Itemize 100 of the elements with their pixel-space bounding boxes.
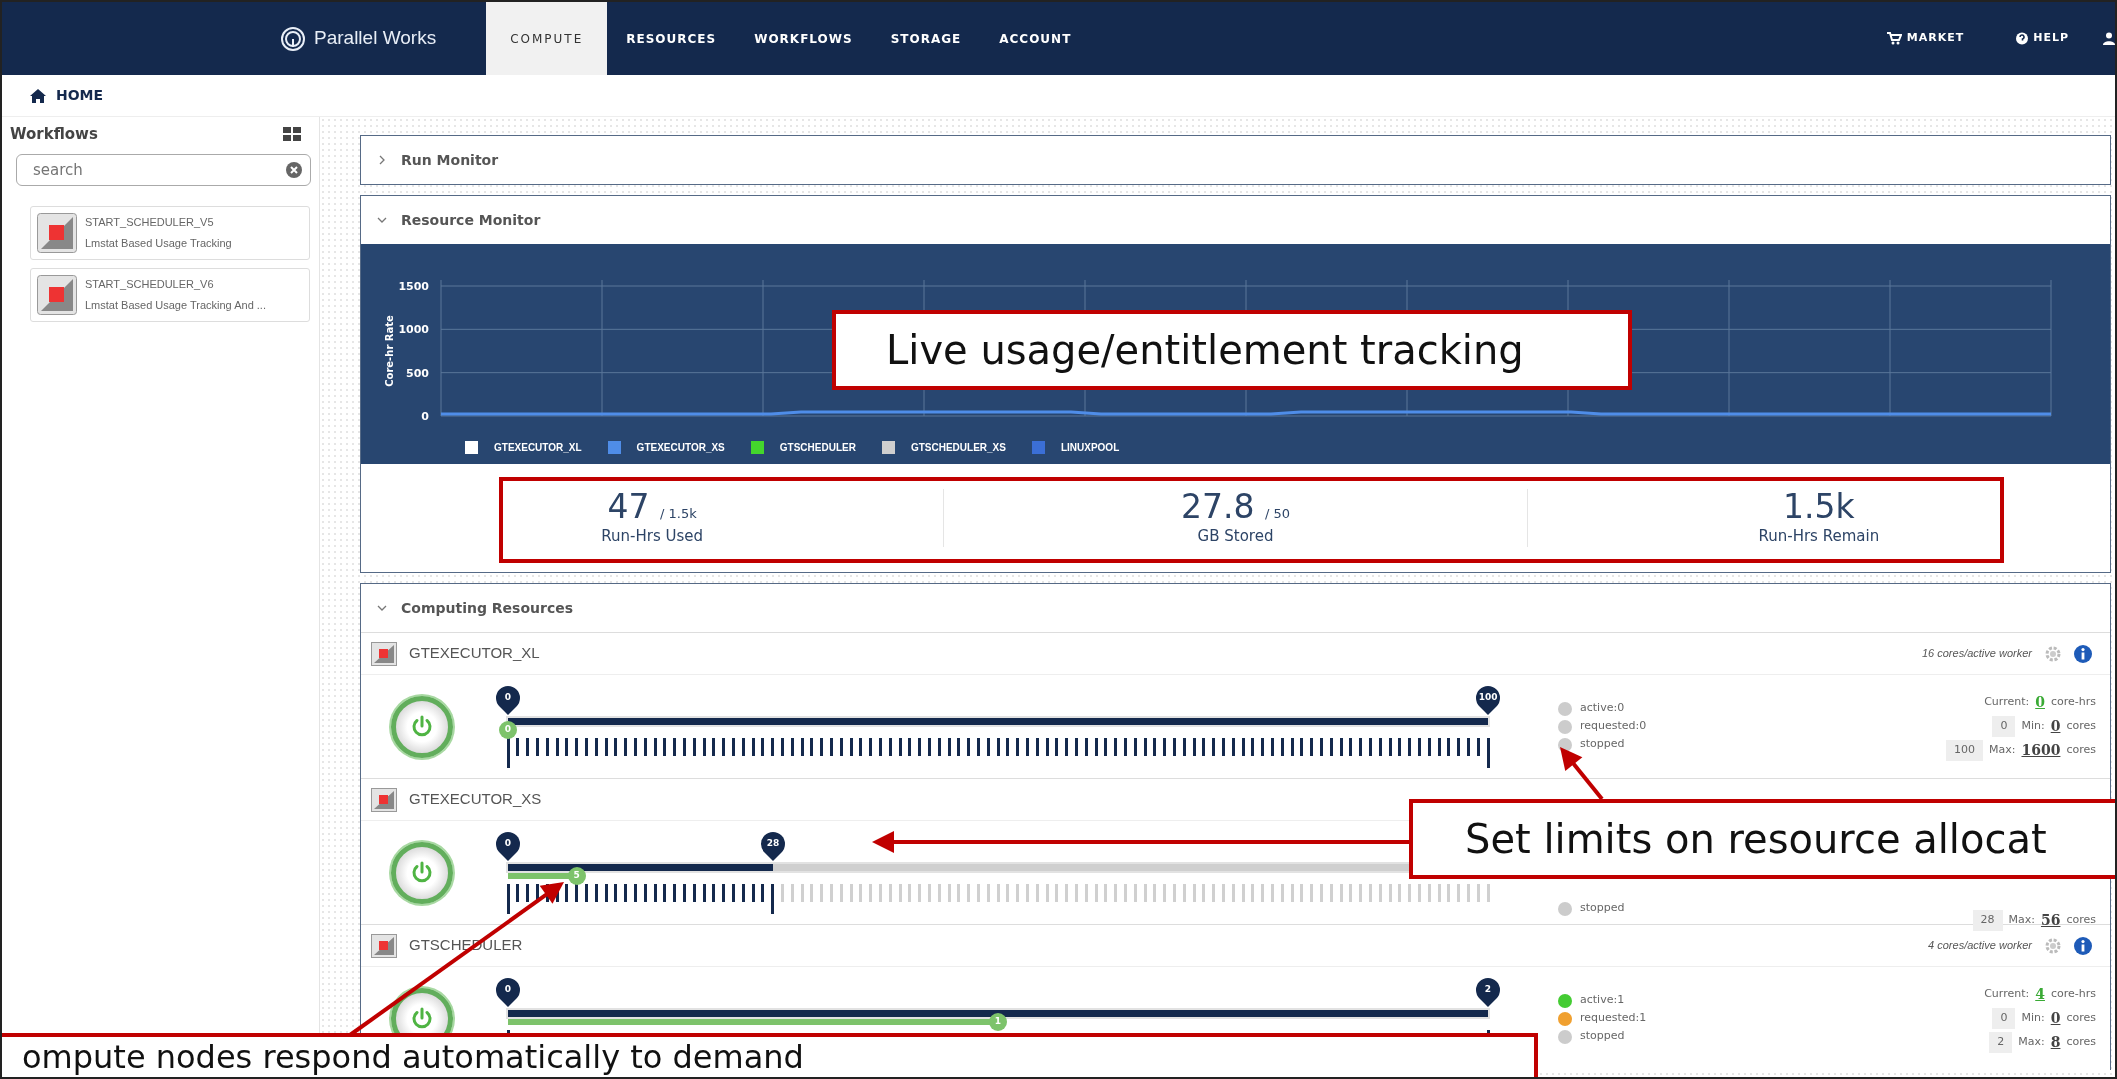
stat-total: / 1.5k bbox=[660, 505, 697, 521]
field-label: Current: bbox=[1984, 986, 2030, 1003]
number-field[interactable]: 0 bbox=[1992, 1008, 2016, 1029]
resource-icon bbox=[371, 787, 397, 812]
arrow bbox=[1560, 747, 1604, 801]
unit-label: cores bbox=[2066, 742, 2096, 759]
callout-tooltip: ompute nodes respond automatically to demand bbox=[2, 1033, 1538, 1077]
workflow-title: START_SCHEDULER_V5 bbox=[85, 215, 215, 230]
stat-total: / 50 bbox=[1264, 505, 1290, 521]
stat-value: 27.8 bbox=[1180, 486, 1255, 526]
callout-tooltip: Set limits on resource allocat bbox=[1409, 799, 2115, 879]
callout-tooltip: Live usage/entitlement tracking bbox=[832, 310, 1632, 390]
breadcrumb-link[interactable]: HOME bbox=[56, 85, 104, 106]
workflow-item[interactable]: START_SCHEDULER_V6 Lmstat Based Usage Tracking And ... bbox=[30, 267, 310, 322]
field-label: Max: bbox=[2018, 1034, 2045, 1051]
field-label: Max: bbox=[1989, 742, 2016, 759]
user-icon[interactable] bbox=[2103, 32, 2115, 45]
panel-title[interactable]: Resource Monitor bbox=[401, 209, 541, 231]
grid-icon[interactable] bbox=[283, 126, 301, 142]
usage-value: 4 bbox=[2035, 985, 2045, 1004]
info-icon[interactable] bbox=[2074, 936, 2092, 955]
unit-label: cores bbox=[2066, 1010, 2096, 1027]
field-label: Min: bbox=[2021, 718, 2045, 735]
chevron-down-icon[interactable] bbox=[377, 215, 387, 225]
clear-icon[interactable] bbox=[286, 161, 302, 178]
power-icon bbox=[410, 1006, 434, 1031]
nav-tab[interactable]: RESOURCES bbox=[607, 2, 736, 75]
resource-icon bbox=[371, 641, 397, 666]
status-label: active:0 bbox=[1580, 700, 1625, 717]
unit-label: cores bbox=[2066, 718, 2096, 735]
unit-label: core-hrs bbox=[2050, 986, 2096, 1003]
workflow-item[interactable]: START_SCHEDULER_V5 Lmstat Based Usage Tracking bbox=[30, 205, 310, 260]
power-button[interactable] bbox=[391, 841, 453, 904]
workflow-icon bbox=[37, 212, 77, 253]
limit-value[interactable]: 0 bbox=[2050, 1008, 2061, 1029]
sidebar-title: Workflows bbox=[10, 124, 98, 145]
info-icon[interactable] bbox=[2074, 644, 2092, 663]
legend-label: GTSCHEDULER_XS bbox=[910, 441, 1006, 455]
nav-tab[interactable]: STORAGE bbox=[871, 2, 981, 75]
help-icon bbox=[2016, 32, 2029, 45]
number-field[interactable]: 2 bbox=[1989, 1032, 2013, 1053]
axis-label: 0 bbox=[421, 410, 429, 423]
usage-value: 0 bbox=[2035, 693, 2045, 712]
cores-note: 4 cores/active worker bbox=[1928, 938, 2032, 954]
resource-icon bbox=[371, 933, 397, 958]
chevron-down-icon[interactable] bbox=[377, 603, 387, 613]
legend-label: GTEXECUTOR_XS bbox=[636, 441, 725, 455]
stat-label: GB Stored bbox=[1196, 525, 1275, 547]
field-label: Max: bbox=[2008, 912, 2035, 929]
legend-label: LINUXPOOL bbox=[1060, 441, 1120, 455]
limit-value[interactable]: 56 bbox=[2040, 910, 2061, 931]
workflow-icon bbox=[37, 274, 77, 315]
status-label: requested:1 bbox=[1580, 1010, 1647, 1027]
number-field[interactable]: 100 bbox=[1946, 740, 1983, 761]
axis-title: Core-hr Rate bbox=[384, 315, 395, 387]
axis-label: 1500 bbox=[398, 280, 429, 293]
unit-label: cores bbox=[2066, 1034, 2096, 1051]
resource-name: GTEXECUTOR_XL bbox=[409, 643, 540, 664]
limit-value[interactable]: 0 bbox=[2050, 716, 2061, 737]
field-label: Min: bbox=[2021, 1010, 2045, 1027]
panel-title[interactable]: Computing Resources bbox=[401, 597, 574, 619]
axis-label: 1000 bbox=[398, 323, 429, 337]
legend-label: GTEXECUTOR_XL bbox=[494, 441, 582, 455]
stat-label: Run-Hrs Used bbox=[600, 525, 705, 547]
power-icon bbox=[410, 714, 434, 739]
status-label: stopped bbox=[1580, 900, 1625, 917]
workflow-description: Lmstat Based Usage Tracking bbox=[85, 235, 232, 251]
chevron-right-icon[interactable] bbox=[377, 155, 387, 165]
status-label: stopped bbox=[1580, 1028, 1625, 1045]
cores-note: 16 cores/active worker bbox=[1921, 646, 2032, 662]
nav-tab[interactable]: ACCOUNT bbox=[980, 2, 1091, 75]
number-field[interactable]: 28 bbox=[1972, 910, 2003, 931]
status-label: requested:0 bbox=[1580, 718, 1647, 735]
unit-label: cores bbox=[2066, 912, 2096, 929]
stat-value: 1.5k bbox=[1783, 486, 1855, 526]
resource-name: GTEXECUTOR_XS bbox=[409, 789, 542, 810]
power-icon bbox=[410, 860, 434, 885]
cart-icon bbox=[1886, 32, 1902, 45]
axis-label: 500 bbox=[406, 366, 429, 380]
legend-label: GTSCHEDULER bbox=[779, 441, 856, 455]
status-label: active:1 bbox=[1580, 992, 1625, 1009]
number-field[interactable]: 0 bbox=[1992, 716, 2016, 737]
home-icon bbox=[30, 88, 46, 103]
panel-title[interactable]: Run Monitor bbox=[401, 149, 499, 171]
workflow-title: START_SCHEDULER_V6 bbox=[85, 277, 215, 292]
nav-link[interactable]: MARKET bbox=[1880, 2, 1971, 75]
workflow-description: Lmstat Based Usage Tracking And ... bbox=[85, 297, 266, 313]
unit-label: core-hrs bbox=[2050, 694, 2096, 711]
limit-value[interactable]: 8 bbox=[2050, 1032, 2061, 1053]
nav-tab[interactable]: WORKFLOWS bbox=[735, 2, 872, 75]
stat-label: Run-Hrs Remain bbox=[1757, 525, 1881, 547]
stat-value: 47 bbox=[607, 486, 650, 526]
nav-link[interactable]: HELP bbox=[2010, 2, 2075, 75]
search-field[interactable]: search bbox=[16, 153, 311, 186]
nav-tab[interactable]: COMPUTE bbox=[486, 2, 608, 75]
limit-value[interactable]: 1600 bbox=[2021, 740, 2061, 761]
brand-name: Parallel Works bbox=[314, 26, 437, 51]
power-button[interactable] bbox=[391, 695, 453, 758]
status-label: stopped bbox=[1580, 736, 1625, 753]
logo-icon bbox=[280, 25, 306, 52]
